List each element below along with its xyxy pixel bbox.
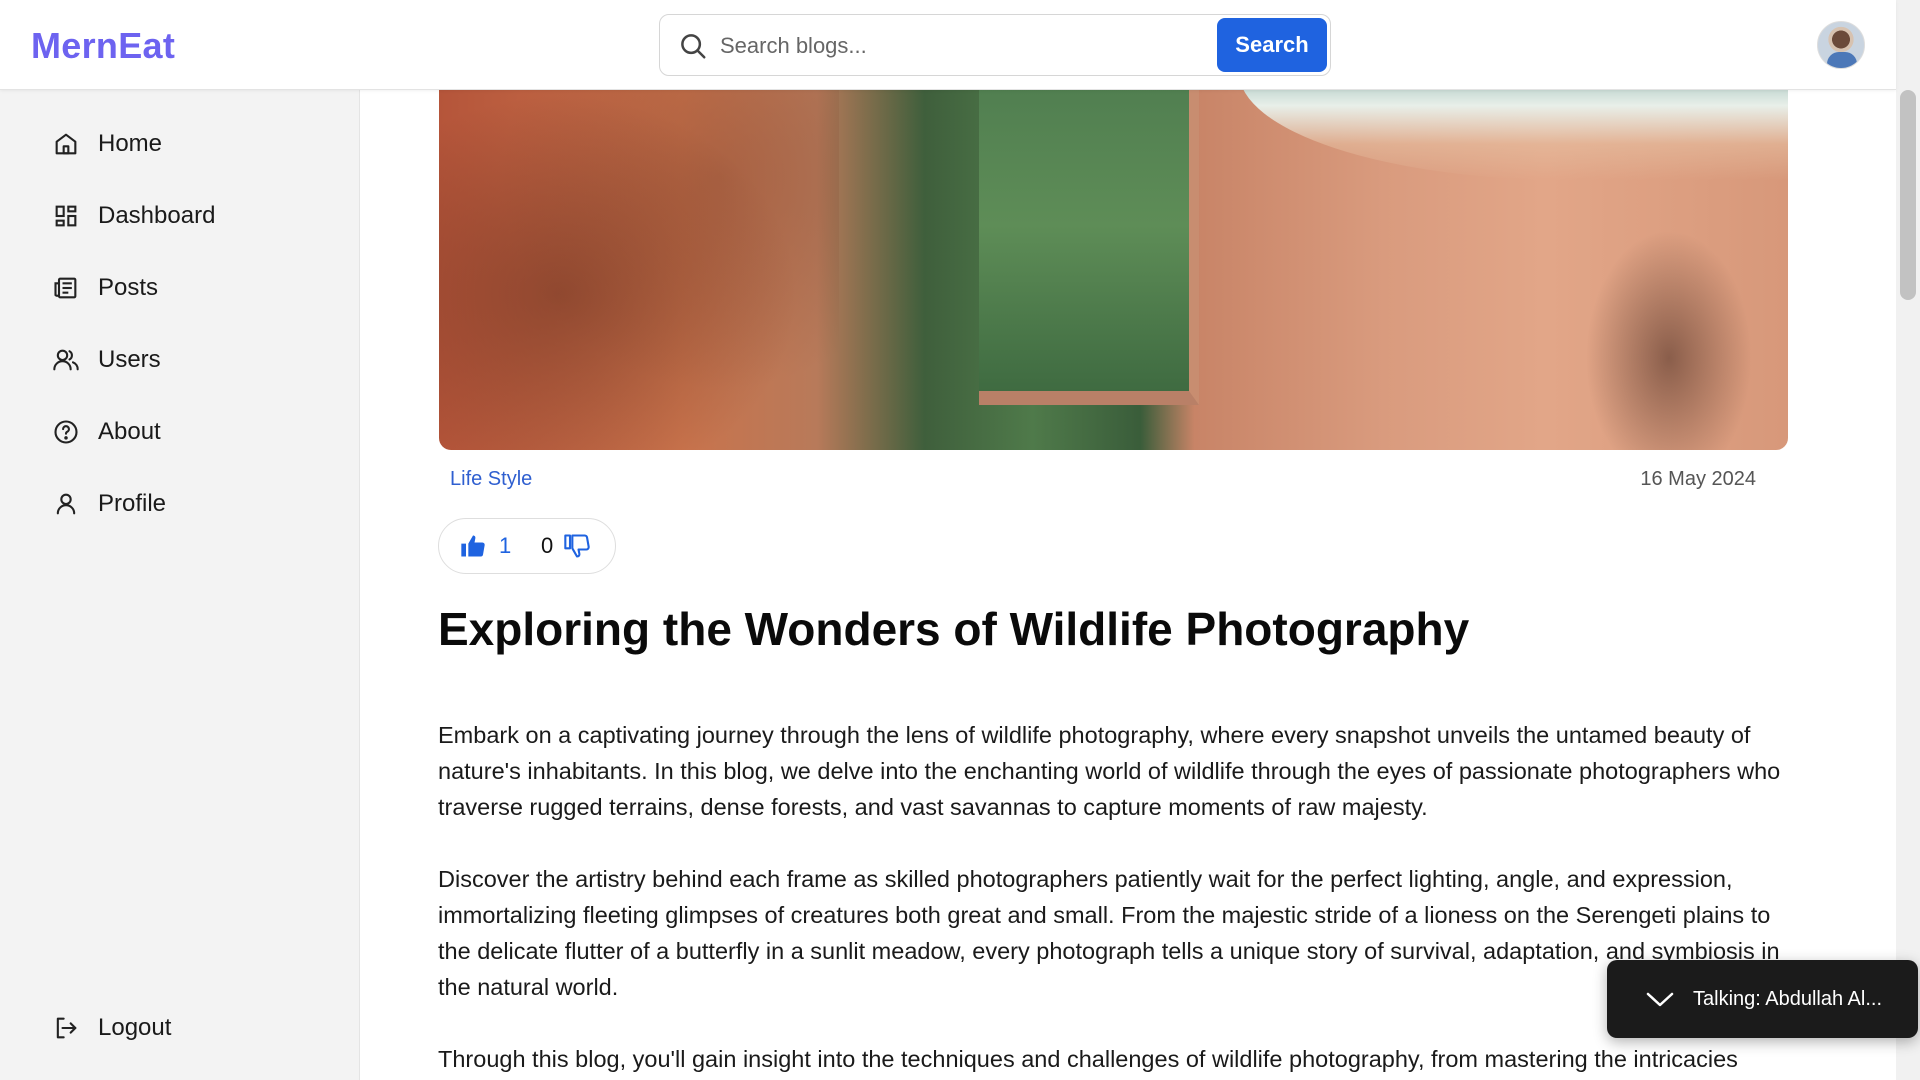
post-category-link[interactable]: Life Style bbox=[450, 468, 532, 491]
post-date: 16 May 2024 bbox=[1640, 468, 1756, 490]
hero-rocks bbox=[439, 90, 839, 450]
sidebar-item-label: Posts bbox=[98, 274, 159, 301]
search-bar: Search bbox=[659, 14, 1331, 76]
chevron-down-icon[interactable] bbox=[1645, 989, 1675, 1009]
logout-icon bbox=[56, 1017, 77, 1039]
hero-shadow bbox=[1579, 220, 1759, 450]
scrollbar-thumb[interactable] bbox=[1900, 90, 1916, 300]
post-paragraph: Discover the artistry behind each frame … bbox=[438, 866, 1780, 1000]
toast-text: Talking: Abdullah Al... bbox=[1693, 987, 1883, 1010]
sidebar-item-label: About bbox=[98, 418, 161, 445]
sidebar-item-posts[interactable]: Posts bbox=[52, 268, 158, 308]
thumbs-up-icon bbox=[461, 535, 485, 557]
vote-group: 1 0 bbox=[438, 518, 616, 574]
like-count: 1 bbox=[499, 533, 512, 558]
search-icon bbox=[681, 34, 706, 59]
post-body: Embark on a captivating journey through … bbox=[438, 717, 1798, 1080]
avatar[interactable] bbox=[1817, 21, 1865, 69]
hero-pool bbox=[979, 90, 1199, 405]
sidebar-item-about[interactable]: About bbox=[52, 412, 161, 452]
talking-toast[interactable]: Talking: Abdullah Al... bbox=[1607, 960, 1918, 1038]
sidebar-item-profile[interactable]: Profile bbox=[52, 484, 166, 524]
top-header: MernEat Search bbox=[0, 0, 1896, 90]
sidebar-item-users[interactable]: Users bbox=[52, 340, 161, 380]
post-title: Exploring the Wonders of Wildlife Photog… bbox=[438, 603, 1470, 655]
logout-label: Logout bbox=[98, 1014, 172, 1041]
dislike-button[interactable]: 0 bbox=[541, 532, 591, 560]
dislike-count: 0 bbox=[541, 533, 554, 558]
search-input[interactable] bbox=[720, 27, 1260, 65]
home-icon bbox=[55, 133, 77, 155]
dashboard-icon bbox=[55, 205, 77, 227]
user-icon bbox=[56, 493, 76, 515]
sidebar-item-home[interactable]: Home bbox=[52, 124, 162, 164]
avatar-body bbox=[1827, 52, 1857, 68]
thumbs-down-icon bbox=[564, 534, 590, 558]
app-logo[interactable]: MernEat bbox=[31, 25, 175, 67]
sidebar-item-label: Profile bbox=[98, 490, 167, 517]
users-icon bbox=[53, 349, 79, 371]
sidebar-item-label: Users bbox=[98, 346, 161, 373]
search-button[interactable]: Search bbox=[1217, 18, 1327, 72]
sidebar-item-dashboard[interactable]: Dashboard bbox=[52, 196, 215, 236]
post-paragraph: Through this blog, you'll gain insight i… bbox=[438, 1046, 1738, 1072]
sidebar: Home Dashboard Posts Users About Profile… bbox=[0, 90, 360, 1080]
hero-surf bbox=[1239, 90, 1788, 180]
post-content: Life Style 16 May 2024 1 0 Exploring the… bbox=[361, 90, 1896, 1080]
like-button[interactable]: 1 bbox=[459, 532, 511, 560]
post-cover-image bbox=[439, 90, 1788, 450]
sidebar-item-label: Home bbox=[98, 130, 163, 157]
sidebar-item-label: Dashboard bbox=[98, 202, 216, 229]
help-circle-icon bbox=[54, 420, 78, 444]
logout-button[interactable]: Logout bbox=[52, 1008, 171, 1048]
post-paragraph: Embark on a captivating journey through … bbox=[438, 722, 1781, 820]
posts-icon bbox=[54, 277, 77, 299]
